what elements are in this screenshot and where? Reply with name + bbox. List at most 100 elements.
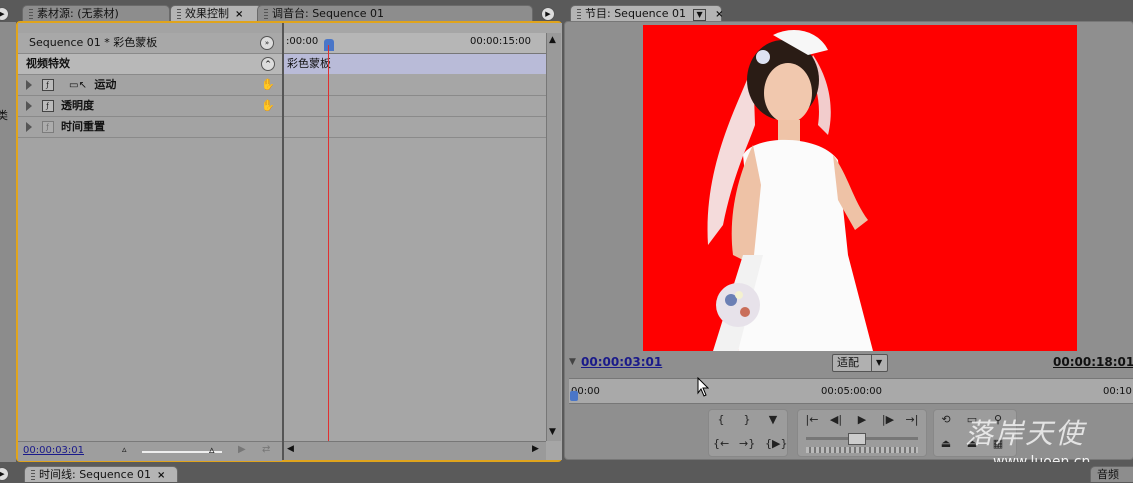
expand-icon[interactable] (26, 80, 32, 90)
expand-icon[interactable] (26, 101, 32, 111)
lift-icon[interactable]: ⏏ (938, 436, 954, 452)
track-line (284, 137, 546, 138)
tab-effects[interactable]: 效果控制 × (170, 5, 262, 22)
left-edge-label: 类 (0, 109, 8, 122)
fx-toggle-icon[interactable]: ƒ (41, 79, 54, 91)
play-in-out-icon[interactable]: {▶} (765, 436, 787, 452)
track-line (284, 116, 546, 117)
reset-hand-icon[interactable]: ✋ (261, 75, 275, 95)
ruler-end: 00:00:15:00 (470, 36, 532, 47)
effect-controls-panel: Sequence 01 * 彩色蒙板 » 视频特效 ^ ƒ ▭↖ 运动 ✋ ƒ … (16, 21, 562, 462)
step-back-to-edit-icon[interactable]: |← (804, 412, 820, 428)
fit-label: 适配 (837, 356, 859, 369)
tab-mixer-label: 调音台: Sequence 01 (272, 7, 384, 20)
effects-list: Sequence 01 * 彩色蒙板 » 视频特效 ^ ƒ ▭↖ 运动 ✋ ƒ … (18, 23, 282, 461)
effect-row-opacity[interactable]: ƒ 透明度 ✋ (18, 96, 282, 117)
section-header-label: 视频特效 (26, 57, 70, 70)
close-icon[interactable]: × (715, 9, 723, 20)
marker-controls: { } ▼ {← →} {▶} (708, 409, 788, 457)
track-line (284, 95, 546, 96)
section-header: 视频特效 ^ (18, 54, 282, 75)
program-current-time[interactable]: 00:00:03:01 (581, 355, 662, 369)
dropdown-arrow-icon[interactable]: ▼ (693, 9, 706, 21)
panel-menu-icon[interactable]: ▶ (541, 7, 555, 21)
scroll-right-icon[interactable]: ▶ (532, 444, 539, 454)
reset-hand-icon[interactable]: ✋ (261, 96, 275, 116)
step-back-icon[interactable]: ◀| (828, 412, 844, 428)
scroll-down-icon[interactable]: ▼ (549, 427, 556, 437)
effects-bottom-bar: 00:00:03:01 ▵ ▵ ▶ ⇄ (18, 441, 282, 461)
playhead-handle-icon[interactable] (570, 391, 578, 401)
effects-timeline: :00:00 00:00:15:00 彩色蒙板 ▲ ▼ ◀ ▶ (282, 23, 562, 460)
scroll-left-icon[interactable]: ◀ (287, 444, 294, 454)
jog-wheel[interactable] (806, 447, 918, 453)
horizontal-scrollbar[interactable]: ◀ ▶ (284, 441, 546, 460)
tab-audio-label: 音频 (1097, 468, 1119, 481)
transport-controls: |← ◀| ▶ |▶ →| (797, 409, 927, 457)
section-collapse-icon[interactable]: ^ (261, 57, 275, 71)
clip-title-row: Sequence 01 * 彩色蒙板 » (18, 33, 282, 54)
left-scroll-icon[interactable]: ▶ (0, 7, 9, 21)
left-scroll-icon[interactable]: ▶ (0, 467, 9, 481)
mark-out-icon[interactable]: } (739, 412, 755, 428)
playhead-handle-icon[interactable] (324, 39, 334, 51)
step-forward-to-edit-icon[interactable]: →| (904, 412, 920, 428)
effect-row-time-remap[interactable]: ƒ 时间重置 (18, 117, 282, 138)
scroll-up-icon[interactable]: ▲ (549, 35, 556, 45)
set-marker-icon[interactable]: ▼ (765, 412, 781, 428)
vertical-scrollbar[interactable]: ▲ ▼ (546, 33, 561, 441)
watermark-logo: 落岸天使 (965, 412, 1085, 452)
zoom-in-icon[interactable]: ▵ (209, 443, 215, 456)
fx-toggle-icon: ƒ (41, 121, 54, 133)
zoom-out-icon[interactable]: ▵ (122, 445, 127, 455)
clip-bar[interactable]: 彩色蒙板 (284, 54, 546, 74)
tab-timeline-label: 时间线: Sequence 01 (39, 468, 151, 481)
play-button[interactable]: ▶ (854, 412, 870, 428)
time-ruler[interactable]: :00:00 00:00:15:00 (284, 33, 546, 54)
clip-bar-label: 彩色蒙板 (287, 57, 331, 70)
fit-dropdown[interactable]: 适配 ▼ (832, 354, 888, 372)
play-indicator-icon: ▼ (569, 357, 576, 367)
program-monitor-panel: ▼ 00:00:03:01 适配 ▼ 00:00:18:01 00:00 00:… (564, 21, 1133, 470)
video-frame (643, 25, 1077, 351)
mark-in-icon[interactable]: { (713, 412, 729, 428)
fx-toggle-icon[interactable]: ƒ (41, 100, 54, 112)
program-ruler[interactable]: 00:00 00:05:00:00 00:10 (569, 378, 1133, 404)
expand-icon[interactable] (26, 122, 32, 132)
loop-icon[interactable]: ⇄ (262, 444, 270, 455)
dropdown-arrow-icon: ▼ (871, 355, 882, 371)
shuttle-knob[interactable] (848, 433, 866, 445)
clip-title: Sequence 01 * 彩色蒙板 (29, 36, 158, 49)
program-duration: 00:00:18:01 (1053, 355, 1133, 369)
tab-source-label: 素材源: (无素材) (37, 7, 119, 20)
tab-program-label: 节目: Sequence 01 (585, 7, 686, 20)
left-edge-strip: 类 (0, 22, 16, 462)
goto-out-icon[interactable]: →} (739, 436, 755, 452)
effect-label: 运动 (94, 78, 117, 91)
motion-icon: ▭↖ (69, 80, 87, 91)
current-time[interactable]: 00:00:03:01 (23, 445, 84, 456)
goto-in-icon[interactable]: {← (713, 436, 729, 452)
tab-timeline[interactable]: 时间线: Sequence 01 × (24, 466, 178, 482)
step-forward-icon[interactable]: |▶ (880, 412, 896, 428)
tab-audio[interactable]: 音频 (1090, 466, 1133, 482)
loop-icon[interactable]: ⟲ (938, 412, 954, 428)
mouse-cursor-icon (697, 377, 709, 397)
effect-label: 时间重置 (61, 120, 105, 133)
ruler-start: :00:00 (286, 36, 319, 47)
close-icon[interactable]: × (157, 470, 165, 481)
effect-row-motion[interactable]: ƒ ▭↖ 运动 ✋ (18, 75, 282, 96)
program-tab-strip: 节目: Sequence 01 ▼ × (562, 0, 1133, 22)
play-audio-icon[interactable]: ▶ (238, 444, 246, 455)
watermark-title: 落岸天使 (965, 417, 1086, 450)
bride-image (707, 30, 873, 351)
effect-label: 透明度 (61, 99, 94, 112)
collapse-icon[interactable]: » (260, 36, 274, 50)
left-tab-strip: ▶ 素材源: (无素材) 效果控制 × 调音台: Sequence 01 ▶ (0, 0, 562, 22)
bottom-tab-strip: ▶ 时间线: Sequence 01 × 音频 (0, 462, 1133, 482)
ruler-label: 00:05:00:00 (821, 386, 883, 397)
tab-mixer[interactable]: 调音台: Sequence 01 (257, 5, 533, 22)
tab-program[interactable]: 节目: Sequence 01 ▼ × (570, 5, 724, 22)
tab-source[interactable]: 素材源: (无素材) (22, 5, 170, 22)
close-icon[interactable]: × (235, 9, 243, 20)
